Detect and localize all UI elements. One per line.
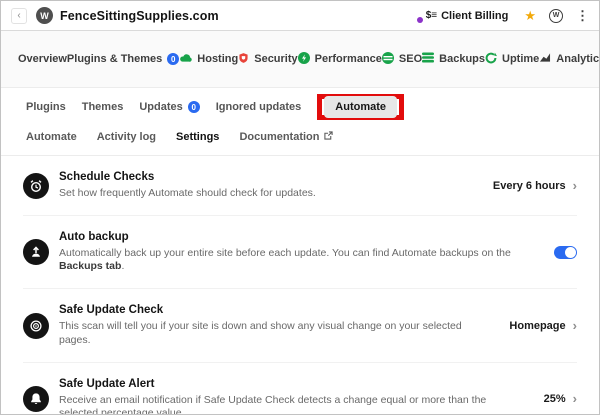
nav-item-overview[interactable]: Overview — [18, 53, 67, 65]
setting-value: 25% — [543, 392, 566, 405]
shield-icon — [238, 52, 249, 67]
tab-updates[interactable]: Updates 0 — [139, 101, 200, 113]
nav-label: Backups — [439, 53, 486, 65]
nav-item-analytics[interactable]: Analytics — [539, 52, 600, 66]
settings-list: Schedule Checks Set how frequently Autom… — [1, 156, 599, 415]
backup-icon — [23, 239, 49, 266]
favorite-star-icon[interactable]: ★ — [524, 9, 536, 22]
setting-row-auto-backup[interactable]: Auto backup Automatically back up your e… — [23, 216, 577, 290]
chevron-right-icon: › — [572, 318, 577, 333]
analytics-chart-icon — [539, 52, 551, 66]
target-icon — [23, 312, 49, 339]
setting-description: Automatically back up your entire site b… — [59, 247, 534, 273]
seo-icon — [381, 51, 394, 67]
tab-themes[interactable]: Themes — [82, 101, 124, 113]
performance-icon — [297, 51, 310, 67]
nav-label: Security — [254, 53, 298, 65]
setting-title: Auto backup — [59, 231, 129, 244]
tab-label: Automate — [26, 131, 77, 143]
highlight-annotation-box: Automate — [317, 94, 405, 120]
app-window: ‹ W FenceSittingSupplies.com $≡ Client B… — [0, 0, 600, 415]
site-avatar: W — [36, 7, 53, 24]
nav-label: Performance — [314, 53, 382, 65]
setting-description: Receive an email notification if Safe Up… — [59, 393, 487, 415]
setting-row-safe-update-alert[interactable]: Safe Update Alert Receive an email notif… — [23, 363, 577, 415]
nav-item-security[interactable]: Security — [238, 52, 298, 67]
nav-label: Plugins & Themes — [66, 53, 163, 65]
tab-automate-overview[interactable]: Automate — [26, 131, 77, 143]
setting-value: Homepage — [509, 319, 566, 332]
setting-text: Schedule Checks Set how frequently Autom… — [59, 171, 493, 200]
back-button[interactable]: ‹ — [11, 7, 27, 24]
setting-title: Safe Update Check — [59, 304, 164, 317]
description-text: . — [121, 260, 125, 273]
setting-text: Safe Update Check This scan will tell yo… — [59, 304, 509, 346]
nav-item-uptime[interactable]: Uptime — [485, 52, 539, 67]
nav-item-backups[interactable]: Backups — [422, 52, 485, 66]
tab-label: Activity log — [96, 131, 157, 143]
nav-label: Hosting — [197, 53, 239, 65]
setting-title: Safe Update Alert — [59, 377, 155, 390]
main-nav: Overview Plugins & Themes 0 Hosting Secu… — [1, 31, 599, 88]
nav-item-hosting[interactable]: Hosting — [179, 53, 238, 66]
setting-row-safe-update-check[interactable]: Safe Update Check This scan will tell yo… — [23, 289, 577, 363]
setting-text: Auto backup Automatically back up your e… — [59, 231, 554, 273]
tab-activity-log[interactable]: Activity log — [97, 131, 156, 143]
backups-icon — [422, 52, 435, 66]
plugins-themes-subtabs: Plugins Themes Updates 0 Ignored updates… — [1, 88, 599, 122]
updates-badge: 0 — [187, 101, 200, 113]
overflow-menu-icon[interactable]: ⋮ — [576, 9, 589, 22]
tab-label: Documentation — [239, 131, 320, 143]
tab-label: Themes — [81, 101, 124, 113]
nav-item-seo[interactable]: SEO — [381, 51, 423, 67]
auto-backup-toggle[interactable] — [554, 245, 577, 259]
alarm-clock-icon — [23, 172, 49, 199]
setting-description: Set how frequently Automate should check… — [59, 187, 316, 199]
setting-title: Schedule Checks — [59, 171, 155, 183]
site-title: FenceSittingSupplies.com — [60, 8, 219, 23]
auto-backup-control — [554, 245, 577, 259]
tab-label: Ignored updates — [215, 101, 302, 113]
updates-count-badge: 0 — [167, 53, 180, 65]
description-text: Automatically back up your entire site b… — [59, 247, 511, 260]
nav-item-plugins-themes[interactable]: Plugins & Themes 0 — [66, 53, 180, 65]
setting-text: Safe Update Alert Receive an email notif… — [59, 377, 544, 415]
top-bar: ‹ W FenceSittingSupplies.com $≡ Client B… — [1, 1, 599, 31]
back-chevron-icon: ‹ — [17, 10, 21, 21]
chevron-right-icon: › — [572, 178, 577, 194]
nav-label: Overview — [18, 53, 67, 65]
cloud-icon — [179, 53, 192, 66]
description-bold-text: Backups tab — [59, 260, 122, 273]
tab-settings[interactable]: Settings — [176, 131, 219, 143]
tab-automate[interactable]: Automate — [324, 96, 398, 118]
notification-dot — [416, 17, 423, 23]
automate-section-tabs: Automate Activity log Settings Documenta… — [1, 122, 599, 155]
bell-icon — [23, 385, 49, 412]
setting-value: Every 6 hours — [492, 179, 566, 192]
nav-label: Uptime — [502, 53, 540, 65]
setting-description: This scan will tell you if your site is … — [59, 320, 462, 346]
setting-row-schedule-checks[interactable]: Schedule Checks Set how frequently Autom… — [23, 156, 577, 217]
link-documentation[interactable]: Documentation — [239, 131, 333, 143]
billing-icon: $≡ — [425, 10, 438, 21]
tab-label: Updates — [139, 101, 183, 113]
nav-label: SEO — [398, 53, 423, 65]
tab-label: Settings — [176, 131, 220, 143]
chevron-right-icon: › — [572, 391, 577, 407]
safe-update-alert-value[interactable]: 25% › — [544, 392, 577, 405]
tab-plugins[interactable]: Plugins — [26, 101, 66, 113]
wordpress-icon[interactable]: W — [549, 8, 563, 23]
nav-item-performance[interactable]: Performance — [297, 51, 382, 67]
safe-update-check-value[interactable]: Homepage › — [509, 319, 577, 332]
tab-label: Plugins — [26, 101, 66, 113]
nav-label: Analytics — [556, 53, 600, 65]
tab-ignored-updates[interactable]: Ignored updates — [216, 101, 302, 113]
external-link-icon — [323, 131, 333, 143]
schedule-checks-value[interactable]: Every 6 hours › — [493, 179, 577, 192]
uptime-icon — [485, 52, 498, 67]
client-billing-button[interactable]: Client Billing — [441, 10, 508, 22]
